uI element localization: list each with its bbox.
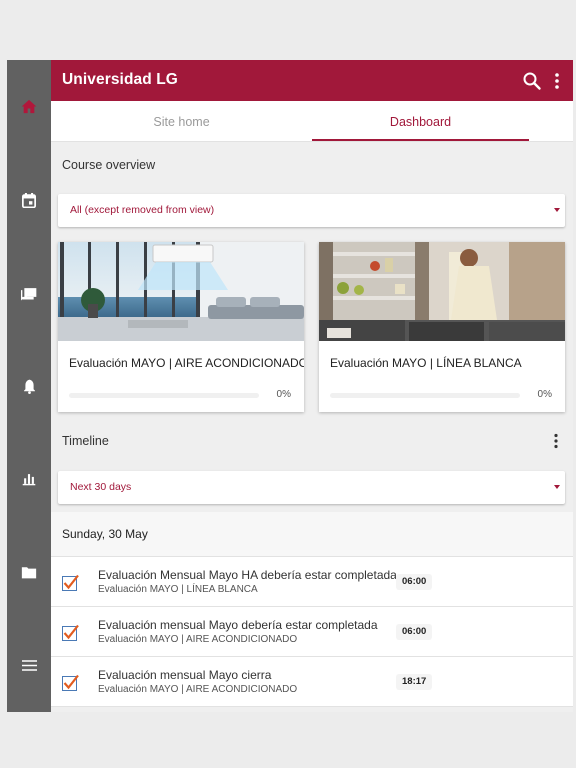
search-icon[interactable]: [521, 70, 543, 92]
chevron-down-icon: [554, 208, 560, 212]
timeline-title: Timeline: [62, 434, 109, 448]
event-title[interactable]: Evaluación mensual Mayo cierra: [98, 668, 271, 682]
notifications-icon[interactable]: [17, 374, 41, 398]
course-filter-select[interactable]: All (except removed from view): [58, 194, 565, 227]
tab-dashboard[interactable]: Dashboard: [312, 101, 529, 142]
event-title[interactable]: Evaluación mensual Mayo debería estar co…: [98, 618, 378, 632]
event-time-badge: 06:00: [396, 574, 433, 590]
event-time-badge: 18:17: [396, 674, 433, 690]
more-vert-icon[interactable]: [549, 432, 563, 450]
progress-percentage: 0%: [276, 389, 291, 400]
app-bar: Universidad LG: [51, 60, 573, 101]
tab-indicator: [312, 139, 529, 141]
course-card[interactable]: Evaluación MAYO | LÍNEA BLANCA 0%: [319, 242, 565, 412]
progress-bar: [330, 393, 520, 398]
timeline-day-header: Sunday, 30 May: [51, 512, 573, 557]
timeline-day-label: Sunday, 30 May: [62, 527, 148, 541]
timeline-filter-select[interactable]: Next 30 days: [58, 471, 565, 504]
timeline-filter-value: Next 30 days: [70, 481, 132, 493]
event-course: Evaluación MAYO | AIRE ACONDICIONADO: [98, 684, 298, 695]
course-name[interactable]: Evaluación MAYO | LÍNEA BLANCA: [330, 356, 522, 370]
calendar-icon[interactable]: [17, 188, 41, 212]
course-image-air-conditioning: [58, 242, 304, 341]
course-overview-title: Course overview: [62, 158, 156, 172]
nav-rail: [7, 60, 51, 712]
home-icon[interactable]: [17, 94, 41, 118]
event-course: Evaluación MAYO | LÍNEA BLANCA: [98, 584, 258, 595]
app-title: Universidad LG: [62, 71, 178, 88]
assignment-check-icon: [62, 624, 79, 641]
app-frame: Universidad LG Site home Dashboard Cours…: [7, 60, 573, 712]
messages-icon[interactable]: [17, 281, 41, 305]
progress-percentage: 0%: [537, 389, 552, 400]
course-name[interactable]: Evaluación MAYO | AIRE ACONDICIONADO: [69, 356, 304, 370]
course-card[interactable]: Evaluación MAYO | AIRE ACONDICIONADO 0%: [58, 242, 304, 412]
progress-bar: [69, 393, 259, 398]
chevron-down-icon: [554, 485, 560, 489]
course-filter-value: All (except removed from view): [70, 204, 215, 216]
timeline-event[interactable]: Evaluación Mensual Mayo HA debería estar…: [51, 557, 573, 607]
timeline-event[interactable]: Evaluación mensual Mayo debería estar co…: [51, 607, 573, 657]
grades-icon[interactable]: [17, 467, 41, 491]
event-time-badge: 06:00: [396, 624, 433, 640]
event-course: Evaluación MAYO | AIRE ACONDICIONADO: [98, 634, 298, 645]
menu-icon[interactable]: [17, 653, 41, 677]
tab-bar: Site home Dashboard: [51, 101, 573, 142]
event-title[interactable]: Evaluación Mensual Mayo HA debería estar…: [98, 568, 397, 582]
assignment-check-icon: [62, 574, 79, 591]
more-vert-icon[interactable]: [549, 70, 565, 92]
course-image-white-goods: [319, 242, 565, 341]
timeline-event[interactable]: Evaluación mensual Mayo cierra Evaluació…: [51, 657, 573, 707]
assignment-check-icon: [62, 674, 79, 691]
tab-site-home[interactable]: Site home: [51, 101, 312, 142]
main-content: Universidad LG Site home Dashboard Cours…: [51, 60, 573, 712]
folder-icon[interactable]: [17, 560, 41, 584]
